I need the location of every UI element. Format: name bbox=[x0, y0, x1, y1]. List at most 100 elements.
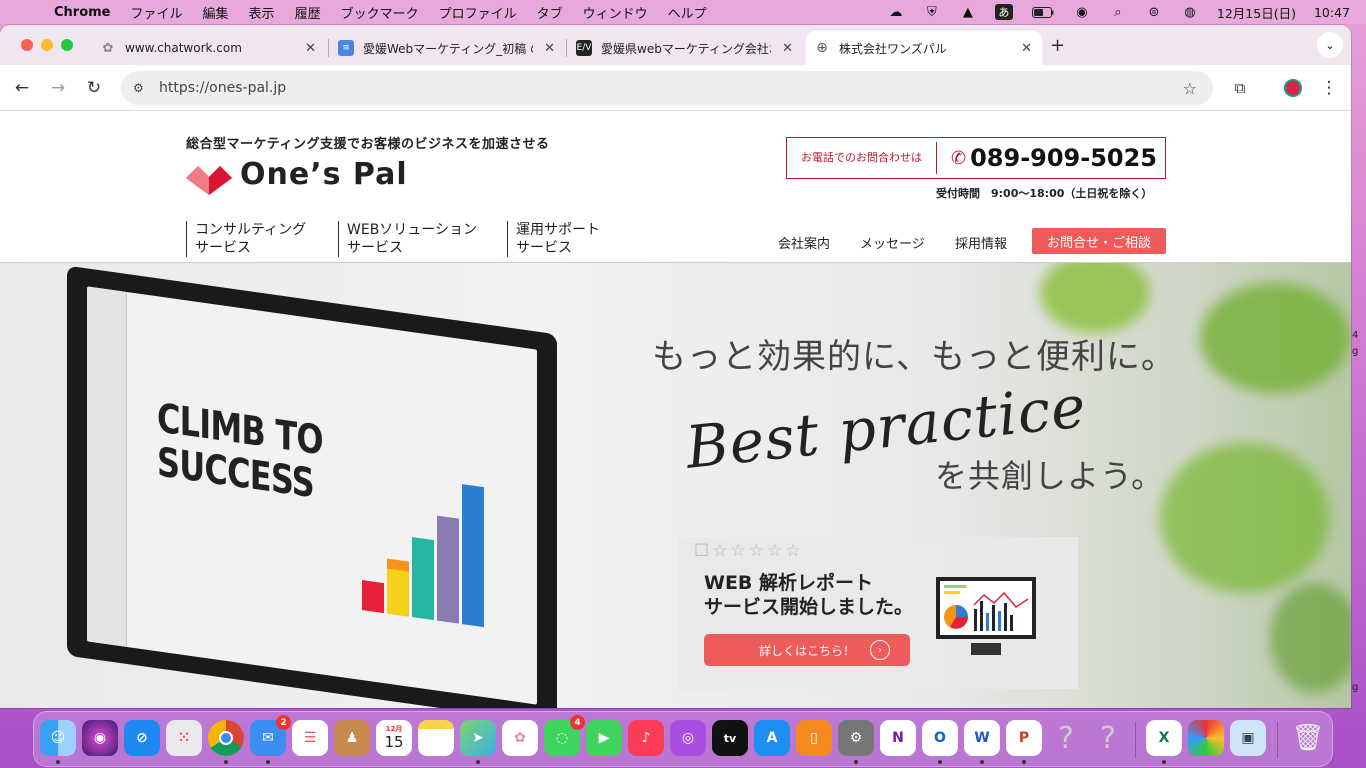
reminders-icon[interactable]: ☰ bbox=[292, 720, 328, 756]
photos-icon[interactable]: ✿ bbox=[502, 720, 538, 756]
menu-bookmarks[interactable]: ブックマーク bbox=[341, 3, 419, 22]
phone-label: お電話でのお問合わせは bbox=[787, 142, 937, 174]
shield-icon[interactable]: ⛨ bbox=[923, 4, 941, 20]
leaf-decoration bbox=[1270, 583, 1351, 693]
business-hours: 受付時間 9:00〜18:00（土日祝を除く） bbox=[936, 187, 1153, 200]
address-bar[interactable]: ⚙ ☆ bbox=[121, 71, 1213, 105]
nav-company[interactable]: 会社案内 bbox=[778, 233, 830, 252]
chrome-icon[interactable] bbox=[208, 720, 244, 756]
tab-ones-pal[interactable]: ⊕ 株式会社ワンズパル ✕ bbox=[806, 31, 1042, 65]
color-palette-icon[interactable] bbox=[1188, 720, 1224, 756]
unknown-app-icon[interactable]: ? bbox=[1048, 720, 1084, 756]
excel-icon[interactable]: X bbox=[1146, 720, 1182, 756]
web-page: 総合型マーケティング支援でお客様のビジネスを加速させる One’s Pal お電… bbox=[0, 111, 1351, 708]
launchpad-icon[interactable]: ⁙ bbox=[166, 720, 202, 756]
siri-icon[interactable]: ◉ bbox=[82, 720, 118, 756]
ones-pal-logo-icon[interactable] bbox=[186, 161, 232, 195]
site-logo[interactable]: One’s Pal bbox=[240, 157, 408, 192]
podcasts-icon[interactable]: ◎ bbox=[670, 720, 706, 756]
safari-icon[interactable]: ⊘ bbox=[124, 720, 160, 756]
battery-icon[interactable] bbox=[1031, 4, 1055, 20]
trash-icon[interactable]: 🗑 bbox=[1290, 720, 1326, 756]
url-input[interactable] bbox=[159, 80, 1059, 96]
close-tab-icon[interactable]: ✕ bbox=[782, 41, 793, 56]
tab-chatwork[interactable]: ✿ www.chatwork.com ✕ bbox=[90, 31, 326, 65]
menu-window[interactable]: ウィンドウ bbox=[583, 3, 648, 22]
web-report-banner[interactable]: ☐☆☆☆☆☆ WEB 解析レポート サービス開始しました。 詳しくはこちら！ › bbox=[678, 537, 1078, 689]
menu-tab[interactable]: タブ bbox=[537, 3, 563, 22]
globe-icon: ⊕ bbox=[816, 40, 828, 56]
input-method-icon[interactable]: あ bbox=[994, 4, 1013, 20]
forward-button[interactable]: → bbox=[47, 77, 69, 99]
user-icon[interactable]: ◉ bbox=[1073, 4, 1091, 20]
preview-icon[interactable]: ▣ bbox=[1230, 720, 1266, 756]
site-settings-icon[interactable]: ⚙ bbox=[133, 81, 151, 95]
tab-separator bbox=[328, 39, 329, 57]
powerpoint-icon[interactable]: P bbox=[1006, 720, 1042, 756]
control-center-icon[interactable]: ⊜ bbox=[1145, 4, 1163, 20]
close-window-button[interactable] bbox=[21, 39, 33, 51]
close-tab-icon[interactable]: ✕ bbox=[544, 41, 555, 56]
minimize-window-button[interactable] bbox=[41, 39, 53, 51]
menu-edit[interactable]: 編集 bbox=[203, 3, 229, 22]
nav-message[interactable]: メッセージ bbox=[860, 233, 925, 252]
tab-google-doc[interactable]: ≡ 愛媛Webマーケティング_初稿 の ✕ bbox=[330, 31, 565, 65]
new-tab-button[interactable]: + bbox=[1050, 35, 1065, 56]
nav-consulting[interactable]: コンサルティング サービス bbox=[186, 221, 336, 257]
siri-icon[interactable]: ◍ bbox=[1181, 4, 1199, 20]
phone-contact-box[interactable]: お電話でのお問合わせは ✆ 089-909-5025 bbox=[786, 137, 1166, 179]
zoom-window-button[interactable] bbox=[61, 39, 73, 51]
maps-icon[interactable]: ➤ bbox=[460, 720, 496, 756]
unknown-app-icon[interactable]: ? bbox=[1090, 720, 1126, 756]
menu-view[interactable]: 表示 bbox=[249, 3, 275, 22]
notes-icon[interactable] bbox=[418, 720, 454, 756]
nav-recruit[interactable]: 採用情報 bbox=[955, 233, 1007, 252]
spotlight-search-icon[interactable]: ⌕ bbox=[1109, 4, 1127, 20]
outlook-icon[interactable]: O bbox=[922, 720, 958, 756]
reload-button[interactable]: ↻ bbox=[83, 77, 105, 99]
dock-separator bbox=[1277, 722, 1278, 758]
menu-file[interactable]: ファイル bbox=[131, 3, 183, 22]
bar-purple bbox=[437, 515, 459, 624]
facetime-icon[interactable]: ▶ bbox=[586, 720, 622, 756]
menu-history[interactable]: 履歴 bbox=[295, 3, 321, 22]
extensions-icon[interactable]: ⧉ bbox=[1229, 77, 1251, 99]
airplay-icon[interactable]: ▲ bbox=[959, 4, 977, 20]
contact-button[interactable]: お問合せ・ご相談 bbox=[1032, 228, 1166, 254]
close-tab-icon[interactable]: ✕ bbox=[305, 41, 316, 56]
banner-details-button[interactable]: 詳しくはこちら！ › bbox=[704, 634, 910, 666]
system-settings-icon[interactable]: ⚙ bbox=[838, 720, 874, 756]
apple-tv-icon[interactable]: tv bbox=[712, 720, 748, 756]
mail-icon[interactable]: ✉ 2 bbox=[250, 715, 291, 756]
finder-icon[interactable]: ☺ bbox=[40, 720, 76, 756]
chrome-menu-icon[interactable]: ⋮ bbox=[1318, 77, 1340, 99]
menu-help[interactable]: ヘルプ bbox=[668, 3, 707, 22]
menu-date[interactable]: 12月15日(日) bbox=[1217, 3, 1296, 22]
menu-app-name[interactable]: Chrome bbox=[54, 5, 111, 20]
profile-avatar[interactable] bbox=[1282, 77, 1304, 99]
onenote-icon[interactable]: N bbox=[880, 720, 916, 756]
tab-title: www.chatwork.com bbox=[125, 41, 242, 55]
tab-ehime-web[interactable]: E/V 愛媛県webマーケティング会社お ✕ bbox=[568, 31, 803, 65]
desktop-edge-text: 4 bbox=[1352, 330, 1359, 341]
macos-dock: ☺ ◉ ⊘ ⁙ ✉ 2 ☰ ♟ 12月 15 ➤ ✿ ◌ 4 ▶ ♪ ◎ tv A … bbox=[33, 711, 1333, 767]
music-icon[interactable]: ♪ bbox=[628, 720, 664, 756]
creative-cloud-icon[interactable]: ☁ bbox=[887, 4, 905, 20]
word-icon[interactable]: W bbox=[964, 720, 1000, 756]
site-tagline: 総合型マーケティング支援でお客様のビジネスを加速させる bbox=[186, 137, 550, 152]
nav-web-solution[interactable]: WEBソリューション サービス bbox=[338, 221, 506, 257]
tab-search-button[interactable]: ⌄ bbox=[1317, 32, 1343, 58]
nav-operation-support[interactable]: 運用サポート サービス bbox=[507, 221, 637, 257]
books-icon[interactable]: ▯ bbox=[796, 720, 832, 756]
menu-time[interactable]: 10:47 bbox=[1314, 5, 1350, 20]
calendar-month: 12月 bbox=[385, 725, 403, 733]
app-store-icon[interactable]: A bbox=[754, 720, 790, 756]
menu-profiles[interactable]: プロファイル bbox=[439, 3, 517, 22]
messages-icon[interactable]: ◌ 4 bbox=[544, 715, 585, 756]
back-button[interactable]: ← bbox=[11, 77, 33, 99]
contacts-icon[interactable]: ♟ bbox=[334, 720, 370, 756]
close-tab-icon[interactable]: ✕ bbox=[1021, 41, 1032, 56]
bookmark-star-icon[interactable]: ☆ bbox=[1183, 79, 1197, 98]
phone-number[interactable]: 089-909-5025 bbox=[970, 144, 1157, 172]
calendar-icon[interactable]: 12月 15 bbox=[376, 720, 412, 756]
